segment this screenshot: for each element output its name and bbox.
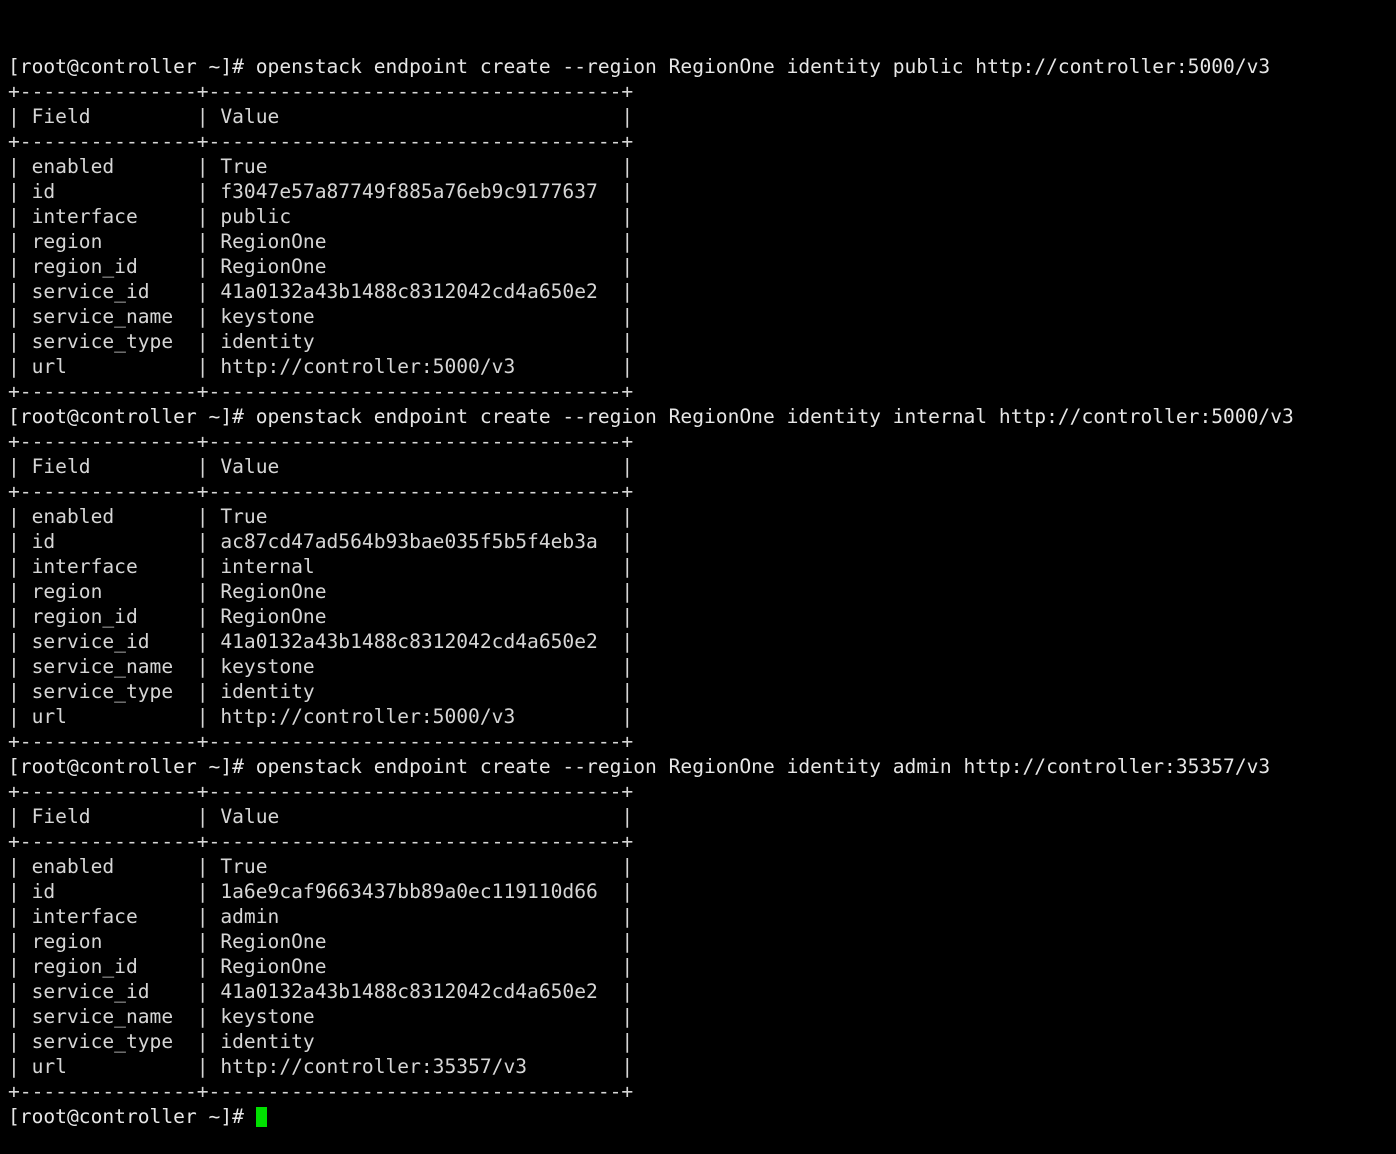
table-3-row-enabled: | enabled | True | <box>8 855 634 878</box>
text-cursor <box>255 1107 267 1127</box>
table-3-top-border: +---------------+-----------------------… <box>8 780 634 803</box>
table-3-header-separator: +---------------+-----------------------… <box>8 830 634 853</box>
table-2-header-separator: +---------------+-----------------------… <box>8 480 634 503</box>
table-3-row-id: | id | 1a6e9caf9663437bb89a0ec119110d66 … <box>8 880 634 903</box>
command-line-3: [root@controller ~]# openstack endpoint … <box>8 755 1271 778</box>
table-2-header-row: | Field | Value | <box>8 455 634 478</box>
table-1-header-separator: +---------------+-----------------------… <box>8 130 634 153</box>
table-3-bottom-border: +---------------+-----------------------… <box>8 1080 634 1103</box>
shell-prompt: [root@controller ~]# <box>8 1105 256 1128</box>
table-3-header-row: | Field | Value | <box>8 805 634 828</box>
table-2-row-service_name: | service_name | keystone | <box>8 655 634 678</box>
table-2-row-service_id: | service_id | 41a0132a43b1488c8312042cd… <box>8 630 634 653</box>
table-1-header-row: | Field | Value | <box>8 105 634 128</box>
command-line-1: [root@controller ~]# openstack endpoint … <box>8 55 1271 78</box>
final-prompt-line[interactable]: [root@controller ~]# <box>8 1104 1396 1129</box>
terminal-output: [root@controller ~]# openstack endpoint … <box>8 54 1396 1129</box>
table-2-row-enabled: | enabled | True | <box>8 505 634 528</box>
table-1-row-interface: | interface | public | <box>8 205 634 228</box>
table-3-row-service_id: | service_id | 41a0132a43b1488c8312042cd… <box>8 980 634 1003</box>
table-1-row-url: | url | http://controller:5000/v3 | <box>8 355 634 378</box>
table-2-row-service_type: | service_type | identity | <box>8 680 634 703</box>
table-1-row-region_id: | region_id | RegionOne | <box>8 255 634 278</box>
table-2-row-id: | id | ac87cd47ad564b93bae035f5b5f4eb3a … <box>8 530 634 553</box>
table-1-top-border: +---------------+-----------------------… <box>8 80 634 103</box>
table-2-row-interface: | interface | internal | <box>8 555 634 578</box>
table-2-row-region_id: | region_id | RegionOne | <box>8 605 634 628</box>
table-3-row-service_name: | service_name | keystone | <box>8 1005 634 1028</box>
table-1-row-service_type: | service_type | identity | <box>8 330 634 353</box>
table-2-row-region: | region | RegionOne | <box>8 580 634 603</box>
table-1-row-id: | id | f3047e57a87749f885a76eb9c9177637 … <box>8 180 634 203</box>
command-line-2: [root@controller ~]# openstack endpoint … <box>8 405 1294 428</box>
table-2-bottom-border: +---------------+-----------------------… <box>8 730 634 753</box>
table-3-row-region_id: | region_id | RegionOne | <box>8 955 634 978</box>
table-1-row-region: | region | RegionOne | <box>8 230 634 253</box>
table-2-row-url: | url | http://controller:5000/v3 | <box>8 705 634 728</box>
table-3-row-url: | url | http://controller:35357/v3 | <box>8 1055 634 1078</box>
table-1-bottom-border: +---------------+-----------------------… <box>8 380 634 403</box>
table-2-top-border: +---------------+-----------------------… <box>8 430 634 453</box>
table-1-row-enabled: | enabled | True | <box>8 155 634 178</box>
table-1-row-service_name: | service_name | keystone | <box>8 305 634 328</box>
table-3-row-service_type: | service_type | identity | <box>8 1030 634 1053</box>
terminal-screen[interactable]: [root@controller ~]# openstack endpoint … <box>0 0 1396 1128</box>
table-3-row-interface: | interface | admin | <box>8 905 634 928</box>
table-1-row-service_id: | service_id | 41a0132a43b1488c8312042cd… <box>8 280 634 303</box>
table-3-row-region: | region | RegionOne | <box>8 930 634 953</box>
